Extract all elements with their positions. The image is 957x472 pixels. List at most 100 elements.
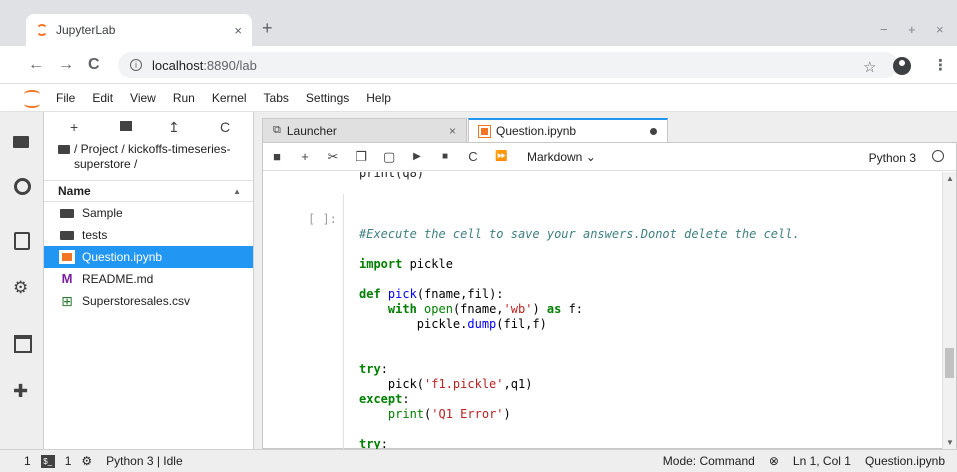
previous-cell-code[interactable]: print(q8) xyxy=(359,172,424,180)
menu-tabs[interactable]: Tabs xyxy=(264,91,289,105)
scroll-thumb[interactable] xyxy=(945,348,954,378)
save-icon[interactable]: ■ xyxy=(271,149,283,164)
jupyter-favicon-icon xyxy=(36,24,48,36)
menu-settings[interactable]: Settings xyxy=(306,91,349,105)
running-sessions-icon[interactable] xyxy=(12,176,32,196)
insert-cell-icon[interactable]: + xyxy=(299,149,311,164)
scroll-up-icon[interactable]: ▲ xyxy=(946,174,954,183)
scroll-down-icon[interactable]: ▼ xyxy=(946,438,954,447)
name-column-header[interactable]: Name xyxy=(58,184,233,198)
terminal-icon[interactable]: $_ xyxy=(40,454,55,468)
cell-code-editor[interactable]: #Execute the cell to save your answers.D… xyxy=(359,212,800,449)
menu-kernel[interactable]: Kernel xyxy=(212,91,247,105)
open-tabs-icon[interactable] xyxy=(12,332,32,353)
file-list-header[interactable]: Name ▲ xyxy=(44,180,253,202)
list-item-tests-folder[interactable]: tests xyxy=(44,224,253,246)
restart-icon[interactable]: C xyxy=(467,149,479,164)
code-line: import pickle xyxy=(359,257,453,271)
tab-launcher[interactable]: ⧉ Launcher × xyxy=(262,118,467,142)
file-browser-panel: + ↥ C / Project / kickoffs-timeseries-su… xyxy=(44,112,254,449)
notebook-mode: Mode: Command xyxy=(662,454,755,468)
terminal-count[interactable]: 1 xyxy=(24,454,31,468)
markdown-icon: M xyxy=(61,271,73,286)
refresh-icon[interactable]: C xyxy=(220,119,230,135)
run-all-icon[interactable]: ⏩ xyxy=(495,151,507,162)
forward-icon[interactable]: → xyxy=(58,56,74,74)
trust-icon[interactable]: ⊗ xyxy=(769,454,779,468)
tab-question-notebook[interactable]: Question.ipynb xyxy=(468,118,668,142)
code-line: try: xyxy=(359,437,388,449)
dock-tabbar: ⧉ Launcher × Question.ipynb xyxy=(254,112,957,142)
menu-run[interactable]: Run xyxy=(173,91,195,105)
upload-icon[interactable]: ↥ xyxy=(168,119,180,136)
close-tab-icon[interactable]: × xyxy=(449,124,456,138)
status-bar: 1 $_ 1 ⚙ Python 3 | Idle Mode: Command ⊗… xyxy=(0,449,957,472)
kernel-status[interactable]: Python 3 | Idle xyxy=(106,454,183,468)
cursor-position[interactable]: Ln 1, Col 1 xyxy=(793,454,851,468)
back-icon[interactable]: ← xyxy=(28,56,44,74)
notebook-panel: ■ + ✂ ❐ ▢ ▶ ■ C ⏩ Markdown ⌄ Python 3 pr… xyxy=(262,142,957,449)
jupyter-logo-icon xyxy=(22,88,42,108)
close-window-icon[interactable]: × xyxy=(936,22,944,37)
address-bar[interactable]: i localhost :8890/lab xyxy=(118,52,898,78)
run-icon[interactable]: ▶ xyxy=(411,151,423,162)
account-icon[interactable] xyxy=(893,57,911,75)
code-line: try: xyxy=(359,362,388,376)
folder-icon xyxy=(60,230,74,240)
paste-icon[interactable]: ▢ xyxy=(383,149,395,165)
reload-icon[interactable]: C xyxy=(88,56,100,74)
notebook-toolbar: ■ + ✂ ❐ ▢ ▶ ■ C ⏩ Markdown ⌄ Python 3 xyxy=(263,143,956,171)
list-item-question-notebook[interactable]: Question.ipynb xyxy=(44,246,253,268)
minimize-icon[interactable]: − xyxy=(880,22,888,37)
menu-help[interactable]: Help xyxy=(366,91,391,105)
info-icon[interactable]: i xyxy=(130,59,142,71)
extension-manager-icon[interactable] xyxy=(12,381,32,404)
current-file-name: Question.ipynb xyxy=(864,454,945,468)
code-line: print('Q1 Error') xyxy=(387,407,511,421)
new-folder-icon[interactable] xyxy=(120,121,132,131)
code-line: except: xyxy=(359,392,410,406)
menu-file[interactable]: File xyxy=(56,91,75,105)
file-browser-folder-icon[interactable] xyxy=(12,132,32,152)
kernel-name-button[interactable]: Python 3 xyxy=(869,151,916,165)
cut-icon[interactable]: ✂ xyxy=(327,149,339,165)
notebook-icon xyxy=(478,124,491,138)
file-browser-toolbar: + ↥ C xyxy=(44,112,253,140)
browser-menu-icon[interactable]: ⋮ xyxy=(933,56,948,74)
maximize-icon[interactable]: + xyxy=(908,22,916,37)
home-folder-icon[interactable] xyxy=(58,145,70,154)
copy-icon[interactable]: ❐ xyxy=(355,149,367,165)
property-inspector-icon[interactable] xyxy=(12,278,32,300)
list-item-label: tests xyxy=(82,228,108,242)
list-item-csv[interactable]: ⊞ Superstoresales.csv xyxy=(44,290,253,312)
kernel-idle-icon xyxy=(932,150,944,162)
new-tab-button[interactable]: + xyxy=(262,18,273,39)
list-item-label: Question.ipynb xyxy=(82,250,163,264)
cell-type-select[interactable]: Markdown ⌄ xyxy=(527,150,596,164)
list-item-label: README.md xyxy=(82,272,154,286)
stop-icon[interactable]: ■ xyxy=(439,151,451,162)
list-item-label: Superstoresales.csv xyxy=(82,294,191,308)
kernel-sessions-icon[interactable]: ⚙ xyxy=(81,454,92,468)
browser-toolbar: ← → C i localhost :8890/lab ☆ ⋮ xyxy=(0,46,957,84)
list-item-readme[interactable]: M README.md xyxy=(44,268,253,290)
menu-view[interactable]: View xyxy=(130,91,156,105)
menu-edit[interactable]: Edit xyxy=(92,91,113,105)
bookmark-star-icon[interactable]: ☆ xyxy=(863,58,876,76)
kernel-count[interactable]: 1 xyxy=(65,454,72,468)
list-item-label: Sample xyxy=(82,206,123,220)
sort-ascending-icon[interactable]: ▲ xyxy=(233,187,241,196)
list-item-sample-folder[interactable]: Sample xyxy=(44,202,253,224)
unsaved-changes-icon[interactable] xyxy=(650,127,657,135)
code-line: pickle.dump(fil,f) xyxy=(359,317,547,331)
notebook-content[interactable]: print(q8) [ ]: #Execute the cell to save… xyxy=(263,172,943,449)
browser-tab[interactable]: JupyterLab × xyxy=(26,14,252,46)
notebook-scrollbar[interactable]: ▲ ▼ xyxy=(942,172,956,449)
code-line: with open(fname,'wb') as f: xyxy=(387,302,584,316)
tab-launcher-label: Launcher xyxy=(286,123,337,138)
breadcrumb-path[interactable]: / Project / kickoffs-timeseries-supersto… xyxy=(74,142,239,180)
new-launcher-button[interactable]: + xyxy=(70,119,78,135)
breadcrumb[interactable]: / Project / kickoffs-timeseries-supersto… xyxy=(44,140,253,180)
command-palette-icon[interactable] xyxy=(12,230,32,250)
close-tab-icon[interactable]: × xyxy=(234,23,242,38)
